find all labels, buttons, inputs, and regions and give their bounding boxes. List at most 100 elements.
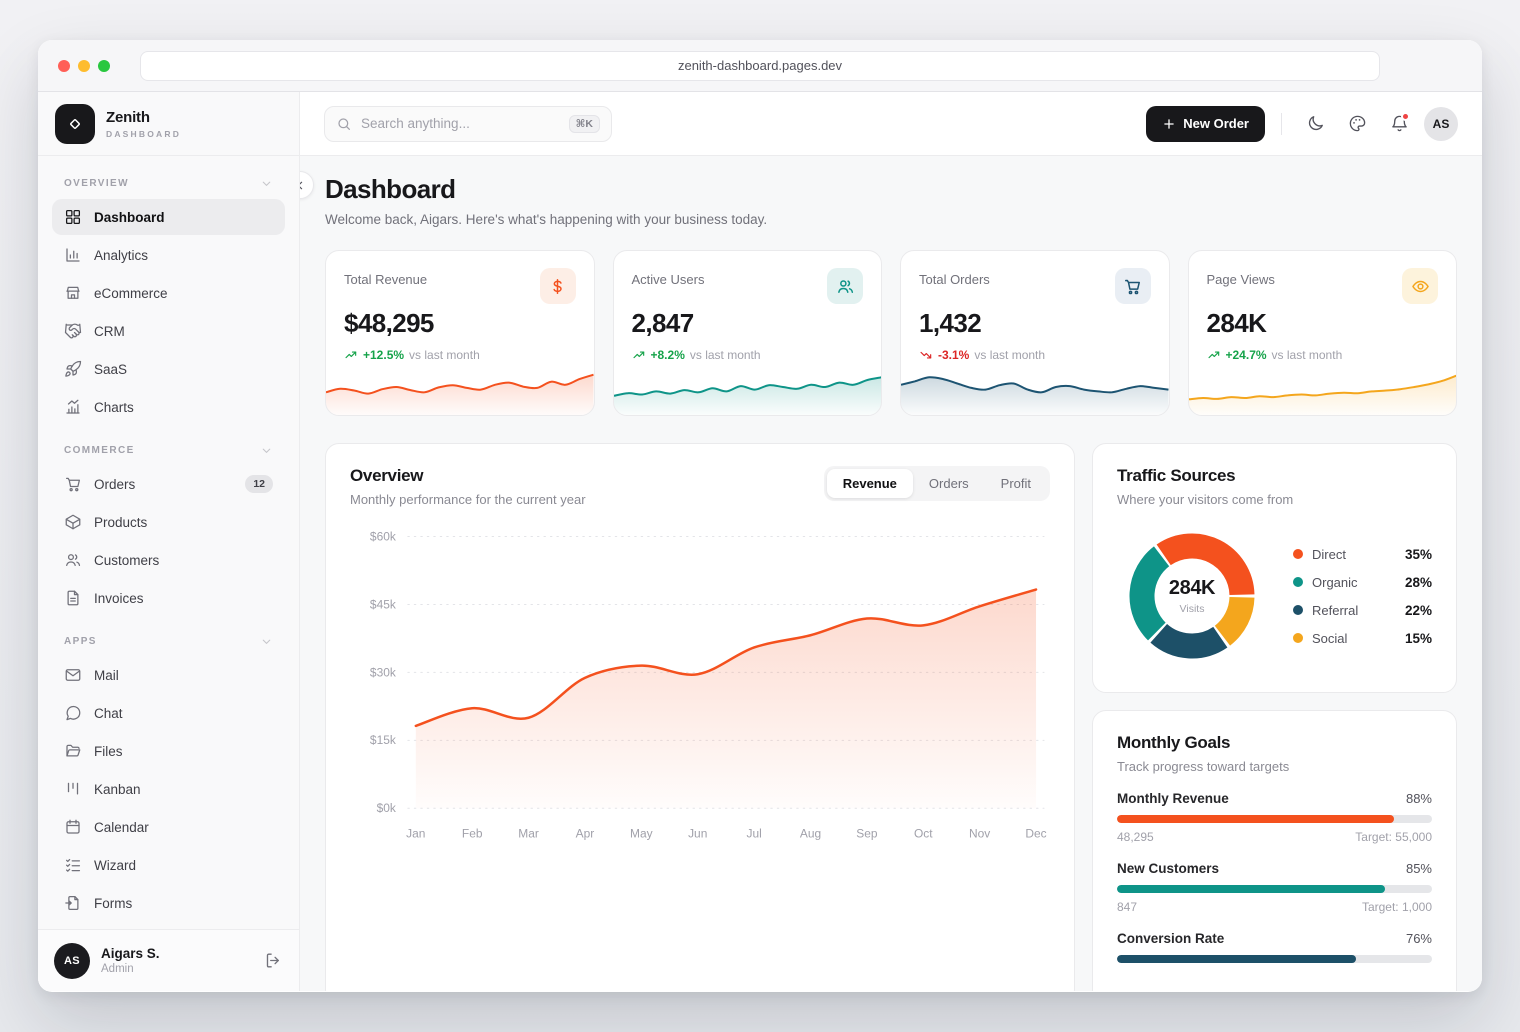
sidebar-item-mail[interactable]: Mail bbox=[52, 657, 285, 693]
sidebar-item-orders[interactable]: Orders12 bbox=[52, 466, 285, 502]
header-actions: New Order AS bbox=[1146, 106, 1458, 142]
sidebar-item-calendar[interactable]: Calendar bbox=[52, 809, 285, 845]
goal-head: Conversion Rate76% bbox=[1117, 931, 1432, 946]
sidebar-item-dashboard[interactable]: Dashboard bbox=[52, 199, 285, 235]
sidebar-item-label: eCommerce bbox=[94, 286, 168, 301]
sidebar: Zenith DASHBOARD OVERVIEWDashboardAnalyt… bbox=[38, 92, 300, 991]
tab-revenue[interactable]: Revenue bbox=[827, 469, 913, 498]
goal-percent: 85% bbox=[1406, 861, 1432, 876]
new-order-label: New Order bbox=[1183, 116, 1249, 131]
stat-delta-suffix: vs last month bbox=[1272, 348, 1343, 362]
stat-label: Total Orders bbox=[919, 268, 990, 287]
sidebar-item-label: Charts bbox=[94, 400, 134, 415]
sidebar-item-label: Dashboard bbox=[94, 210, 165, 225]
address-bar[interactable]: zenith-dashboard.pages.dev bbox=[140, 51, 1380, 81]
overview-header: Overview Monthly performance for the cur… bbox=[350, 466, 1050, 507]
orders-count-badge: 12 bbox=[245, 475, 273, 493]
sidebar-item-wizard[interactable]: Wizard bbox=[52, 847, 285, 883]
moon-icon bbox=[1306, 114, 1325, 133]
goals-list: Monthly Revenue88%48,295Target: 55,000Ne… bbox=[1117, 791, 1432, 963]
goal-sub: 847Target: 1,000 bbox=[1117, 900, 1432, 914]
sidebar-item-analytics[interactable]: Analytics bbox=[52, 237, 285, 273]
goal-percent: 88% bbox=[1406, 791, 1432, 806]
sidebar-item-crm[interactable]: CRM bbox=[52, 313, 285, 349]
tab-profit[interactable]: Profit bbox=[985, 469, 1047, 498]
stat-card-total-orders: Total Orders1,432-3.1%vs last month bbox=[900, 250, 1170, 416]
search-box[interactable]: ⌘K bbox=[324, 106, 612, 142]
trend-up-icon bbox=[632, 348, 646, 362]
page-title: Dashboard bbox=[325, 174, 1457, 205]
minimize-window-button[interactable] bbox=[78, 60, 90, 72]
svg-text:May: May bbox=[630, 827, 653, 841]
stat-trend: -3.1%vs last month bbox=[919, 348, 1151, 362]
stat-delta-suffix: vs last month bbox=[690, 348, 761, 362]
sidebar-nav: OVERVIEWDashboardAnalyticseCommerceCRMSa… bbox=[38, 156, 299, 921]
window-controls bbox=[58, 60, 110, 72]
user-name: Aigars S. bbox=[101, 946, 160, 961]
stat-delta: +8.2% bbox=[651, 348, 685, 362]
page-subtitle: Welcome back, Aigars. Here's what's happ… bbox=[325, 212, 1457, 227]
tab-orders[interactable]: Orders bbox=[913, 469, 985, 498]
goal-progress-track bbox=[1117, 885, 1432, 893]
sidebar-item-chat[interactable]: Chat bbox=[52, 695, 285, 731]
sidebar-item-charts[interactable]: Charts bbox=[52, 389, 285, 425]
close-window-button[interactable] bbox=[58, 60, 70, 72]
header-divider bbox=[1281, 113, 1282, 135]
section-collapse-toggle[interactable] bbox=[260, 177, 273, 190]
brand-tagline: DASHBOARD bbox=[106, 129, 181, 139]
sidebar-item-saas[interactable]: SaaS bbox=[52, 351, 285, 387]
browser-window: zenith-dashboard.pages.dev Zenith DASHBO… bbox=[38, 40, 1482, 992]
stat-value: 284K bbox=[1207, 308, 1439, 339]
chevron-down-icon bbox=[260, 444, 273, 457]
sidebar-item-products[interactable]: Products bbox=[52, 504, 285, 540]
donut-label: Visits bbox=[1180, 603, 1205, 615]
palette-icon bbox=[1348, 114, 1367, 133]
section-collapse-toggle[interactable] bbox=[260, 444, 273, 457]
sidebar-item-invoices[interactable]: Invoices bbox=[52, 580, 285, 616]
stat-delta: +12.5% bbox=[363, 348, 404, 362]
stat-label: Active Users bbox=[632, 268, 705, 287]
overview-titles: Overview Monthly performance for the cur… bbox=[350, 466, 586, 507]
profile-avatar-button[interactable]: AS bbox=[1424, 107, 1458, 141]
sidebar-item-files[interactable]: Files bbox=[52, 733, 285, 769]
sidebar-item-label: CRM bbox=[94, 324, 125, 339]
legend-label: Referral bbox=[1312, 603, 1358, 618]
trend-up-icon bbox=[344, 348, 358, 362]
svg-text:Aug: Aug bbox=[800, 827, 821, 841]
zoom-window-button[interactable] bbox=[98, 60, 110, 72]
svg-text:$0k: $0k bbox=[377, 801, 396, 815]
notification-dot bbox=[1401, 112, 1410, 121]
sidebar-item-forms[interactable]: Forms bbox=[52, 885, 285, 921]
search-input[interactable] bbox=[361, 116, 560, 131]
stat-trend: +12.5%vs last month bbox=[344, 348, 576, 362]
zenith-logo bbox=[55, 104, 95, 144]
sidebar-item-ecommerce[interactable]: eCommerce bbox=[52, 275, 285, 311]
stat-sparkline bbox=[614, 363, 882, 415]
notifications-button[interactable] bbox=[1382, 107, 1416, 141]
user-avatar: AS bbox=[54, 943, 90, 979]
section-collapse-toggle[interactable] bbox=[260, 635, 273, 648]
sidebar-item-label: SaaS bbox=[94, 362, 127, 377]
sidebar-collapse-button[interactable] bbox=[300, 171, 314, 199]
chart-icon bbox=[64, 398, 82, 416]
svg-text:Sep: Sep bbox=[856, 827, 878, 841]
stat-label: Total Revenue bbox=[344, 268, 427, 287]
logout-button[interactable] bbox=[264, 951, 283, 970]
dark-mode-button[interactable] bbox=[1298, 107, 1332, 141]
trend-down-icon bbox=[919, 348, 933, 362]
nav-section-label: COMMERCE bbox=[52, 427, 285, 466]
box-icon bbox=[64, 513, 82, 531]
goals-subtitle: Track progress toward targets bbox=[1117, 759, 1432, 774]
trend-down-icon bbox=[919, 348, 933, 362]
sidebar-item-label: Customers bbox=[94, 553, 159, 568]
new-order-button[interactable]: New Order bbox=[1146, 106, 1265, 142]
legend-percent: 28% bbox=[1405, 575, 1432, 590]
sidebar-item-customers[interactable]: Customers bbox=[52, 542, 285, 578]
search-shortcut-badge: ⌘K bbox=[569, 115, 600, 133]
sidebar-item-label: Calendar bbox=[94, 820, 149, 835]
sidebar-item-kanban[interactable]: Kanban bbox=[52, 771, 285, 807]
theme-button[interactable] bbox=[1340, 107, 1374, 141]
traffic-title: Traffic Sources bbox=[1117, 466, 1432, 486]
logout-icon bbox=[264, 951, 283, 970]
sidebar-item-label: Products bbox=[94, 515, 147, 530]
